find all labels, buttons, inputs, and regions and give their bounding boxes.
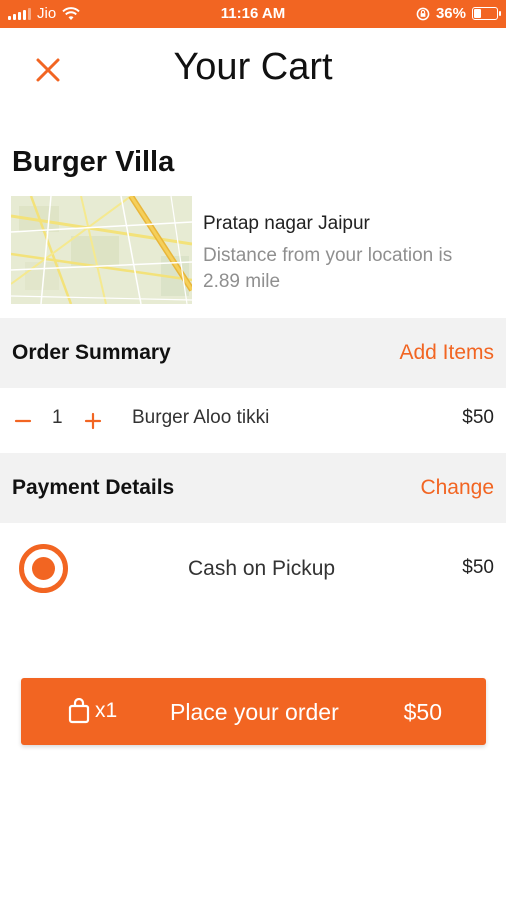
battery-level	[474, 9, 482, 18]
location-name: Pratap nagar Jaipur	[203, 213, 370, 234]
status-right: 36%	[416, 5, 501, 22]
distance-text: Distance from your location is 2.89 mile	[203, 245, 453, 292]
payment-details-bar: Payment Details Change	[0, 453, 506, 523]
order-summary-bar: Order Summary Add Items	[0, 318, 506, 388]
place-order-button[interactable]: x1 Place your order $50	[21, 678, 486, 745]
payment-radio-dot	[32, 557, 55, 580]
add-items-button[interactable]: Add Items	[399, 341, 494, 365]
order-summary-title: Order Summary	[12, 341, 171, 364]
battery-icon	[472, 7, 501, 20]
page-title: Your Cart	[173, 46, 333, 88]
header: Your Cart	[0, 28, 506, 114]
payment-method-row: Cash on Pickup $50	[0, 535, 506, 601]
bag-count: x1	[95, 699, 118, 722]
payment-details-title: Payment Details	[12, 476, 175, 499]
item-name: Burger Aloo tikki	[132, 407, 270, 428]
item-price: $50	[462, 407, 494, 428]
minus-icon[interactable]	[12, 410, 34, 432]
shopping-bag-icon	[68, 698, 90, 724]
payment-method-label: Cash on Pickup	[188, 557, 336, 580]
payment-radio[interactable]	[19, 544, 68, 593]
payment-amount: $50	[462, 557, 494, 578]
order-item-row: 1 Burger Aloo tikki $50	[0, 390, 506, 452]
plus-icon[interactable]	[82, 410, 104, 432]
change-payment-button[interactable]: Change	[420, 476, 494, 500]
status-bar: Jio 11:16 AM 36%	[0, 0, 506, 28]
battery-percent: 36%	[435, 5, 466, 22]
place-order-label: Place your order	[170, 699, 339, 725]
rotation-lock-icon	[416, 7, 430, 20]
restaurant-name: Burger Villa	[12, 146, 175, 178]
order-total: $50	[403, 699, 442, 725]
map-thumbnail[interactable]	[11, 196, 192, 304]
item-quantity: 1	[52, 407, 63, 428]
